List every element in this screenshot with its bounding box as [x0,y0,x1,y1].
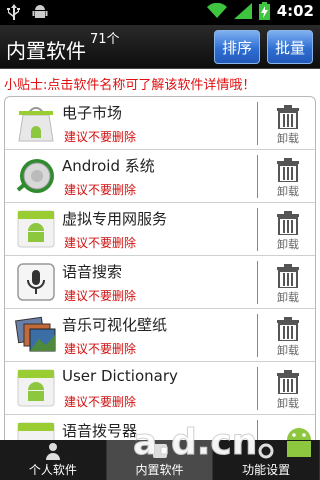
title-bar: 内置软件 71个 排序 批量 [0,25,320,69]
app-list-container[interactable]: 电子市场 建议不要删除 卸载 Android 系统 建议不要删除 卸载 虚拟专用… [0,93,320,440]
row-divider [257,102,258,145]
uninstall-label: 卸载 [277,132,299,145]
status-bar: 4:02 [0,0,320,25]
row-divider [257,314,258,357]
uninstall-button[interactable]: 卸载 [261,364,315,412]
app-hint: 建议不要删除 [64,289,137,303]
uninstall-button[interactable]: 卸载 [261,99,315,147]
app-name[interactable]: 语音拨号器 [62,420,137,440]
signal-icon [233,3,252,19]
app-row[interactable]: 电子市场 建议不要删除 卸载 [5,97,315,150]
app-row[interactable]: Android 系统 建议不要删除 卸载 [5,150,315,203]
page-title: 内置软件 [6,39,86,63]
trash-icon [277,105,299,129]
row-divider [257,367,258,410]
app-hint: 建议不要删除 [64,130,137,144]
usb-icon [6,3,22,21]
app-name[interactable]: 虚拟专用网服务 [62,208,167,229]
uninstall-button[interactable]: 卸载 [261,205,315,253]
app-name[interactable]: User Dictionary [62,367,178,385]
uninstall-label: 卸载 [277,185,299,198]
wifi-icon [206,3,227,19]
row-divider [257,208,258,251]
tab-label: 内置软件 [135,463,184,477]
app-row[interactable]: User Dictionary 建议不要删除 卸载 [5,362,315,415]
app-hint: 建议不要删除 [64,236,137,250]
app-hint: 建议不要删除 [64,342,137,356]
tab-label: 功能设置 [242,463,291,477]
sort-button[interactable]: 排序 [214,30,260,64]
row-divider [257,420,258,440]
trash-icon [277,370,299,394]
app-name[interactable]: 音乐可视化壁纸 [62,314,167,335]
battery-charging-icon [258,2,270,20]
tab-settings[interactable]: 功能设置 [213,440,320,480]
trash-icon [277,264,299,288]
microphone-icon [15,262,57,302]
android-system-icon [15,156,57,196]
clock: 4:02 [276,2,314,20]
tip-text: 小贴士:点击软件名称可了解该软件详情哦！ [0,69,320,93]
uninstall-label: 卸载 [277,397,299,410]
android-debug-icon [32,3,48,21]
android-app-icon [15,421,57,440]
app-row[interactable]: 音乐可视化壁纸 建议不要删除 卸载 [5,309,315,362]
trash-icon [277,317,299,341]
app-name[interactable]: 电子市场 [62,102,122,123]
app-name[interactable]: Android 系统 [62,155,155,176]
uninstall-label: 卸载 [277,344,299,357]
uninstall-label: 卸载 [277,291,299,304]
bottom-nav: 个人软件 内置软件 功能设置 [0,440,320,480]
app-hint: 建议不要删除 [64,183,137,197]
app-row[interactable]: 语音拨号器 [5,415,315,440]
uninstall-label: 卸载 [277,238,299,251]
tab-label: 个人软件 [28,463,77,477]
android-app-icon [15,209,57,249]
tab-personal-apps[interactable]: 个人软件 [0,440,107,480]
uninstall-button[interactable]: 卸载 [261,311,315,359]
row-divider [257,261,258,304]
trash-icon [277,211,299,235]
row-divider [257,155,258,198]
trash-icon [277,158,299,182]
app-row[interactable]: 虚拟专用网服务 建议不要删除 卸载 [5,203,315,256]
app-name[interactable]: 语音搜索 [62,261,122,282]
wallpaper-icon [15,315,57,355]
tab-builtin-apps[interactable]: 内置软件 [106,440,214,480]
batch-button[interactable]: 批量 [267,30,313,64]
uninstall-button[interactable]: 卸载 [261,258,315,306]
app-row[interactable]: 语音搜索 建议不要删除 卸载 [5,256,315,309]
app-hint: 建议不要删除 [64,395,137,409]
market-icon [15,103,57,143]
app-list: 电子市场 建议不要删除 卸载 Android 系统 建议不要删除 卸载 虚拟专用… [4,96,316,440]
uninstall-button[interactable]: 卸载 [261,152,315,200]
app-count: 71个 [90,32,120,47]
android-app-icon [15,368,57,408]
